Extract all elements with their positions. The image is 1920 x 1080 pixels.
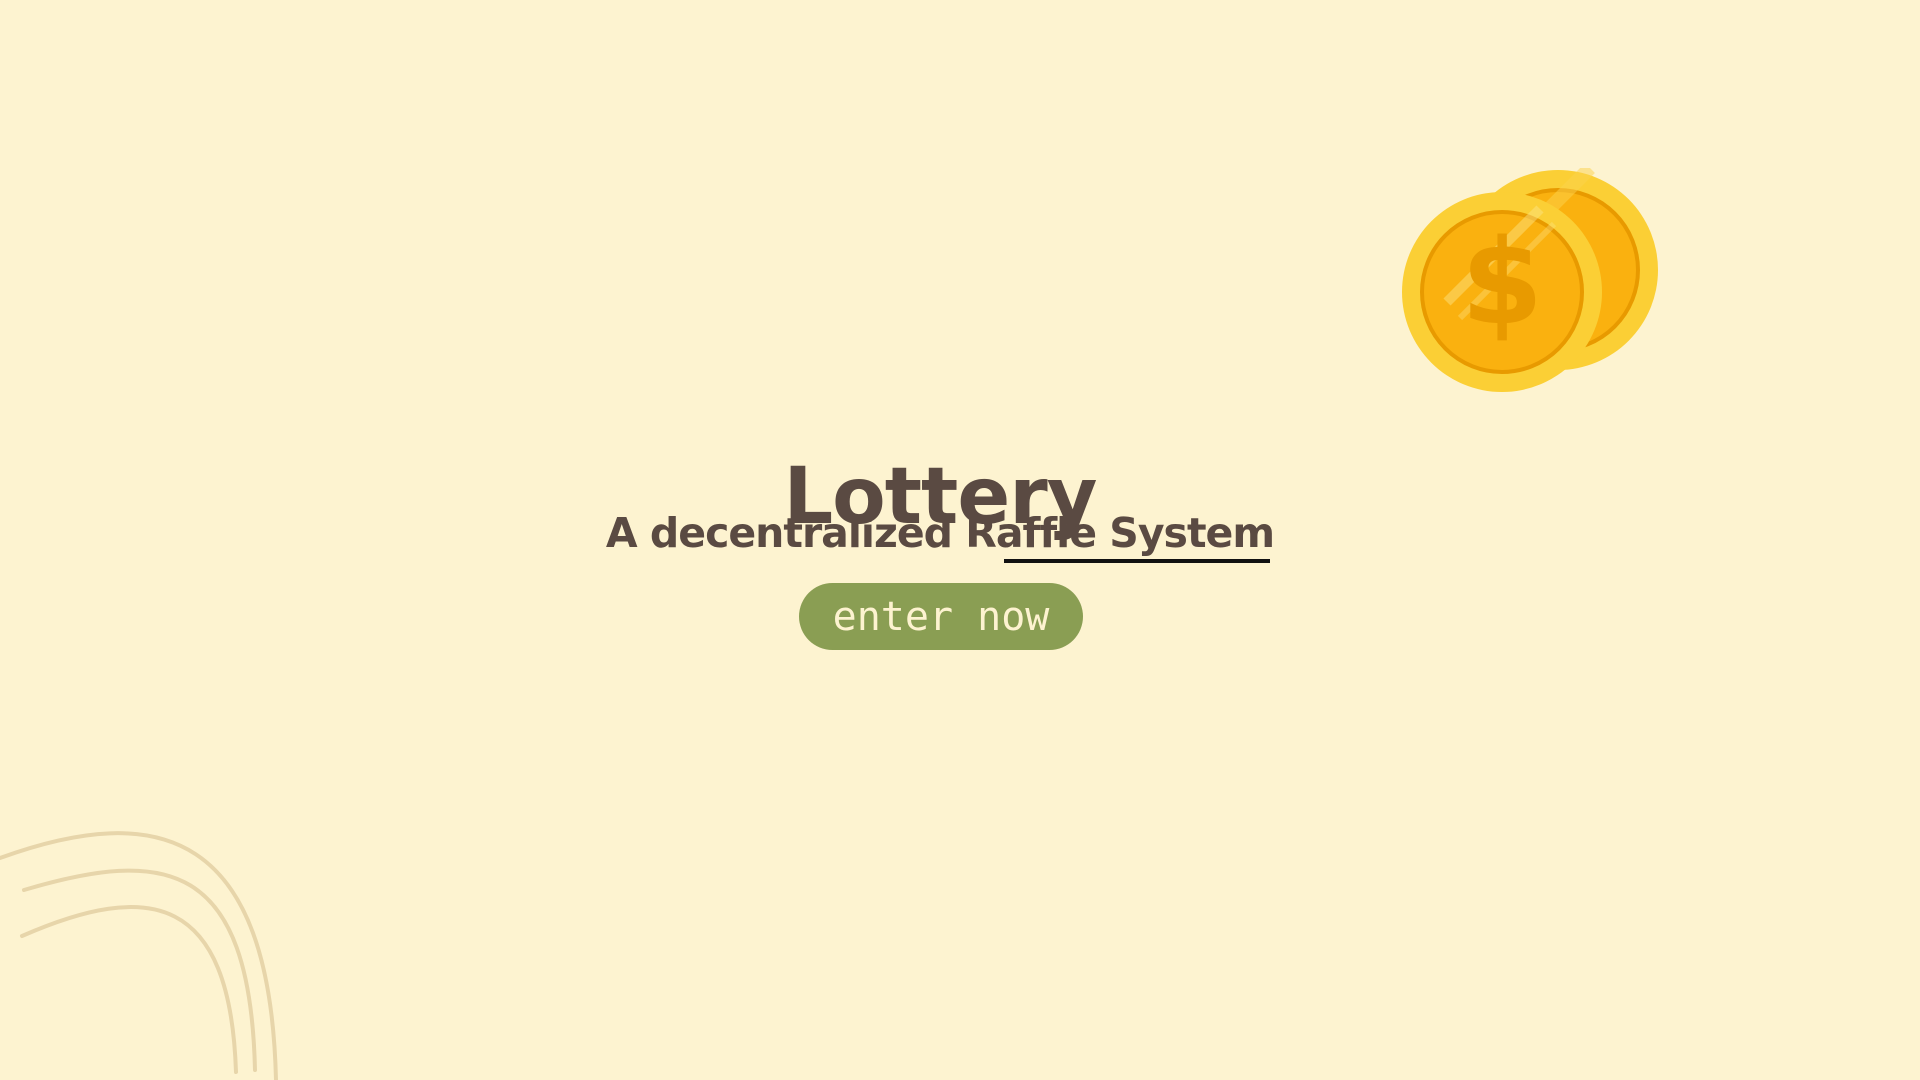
page-subtitle: A decentralized Raffle System [605, 509, 1275, 557]
subtitle-underline [1004, 559, 1270, 563]
gold-coins-icon: $ [1402, 168, 1658, 392]
enter-now-button[interactable]: enter now [799, 583, 1083, 650]
hero-section: Lottery A decentralized Raffle System en… [0, 0, 1920, 1080]
decorative-arcs [0, 831, 278, 1080]
dollar-symbol: $ [1461, 213, 1543, 351]
